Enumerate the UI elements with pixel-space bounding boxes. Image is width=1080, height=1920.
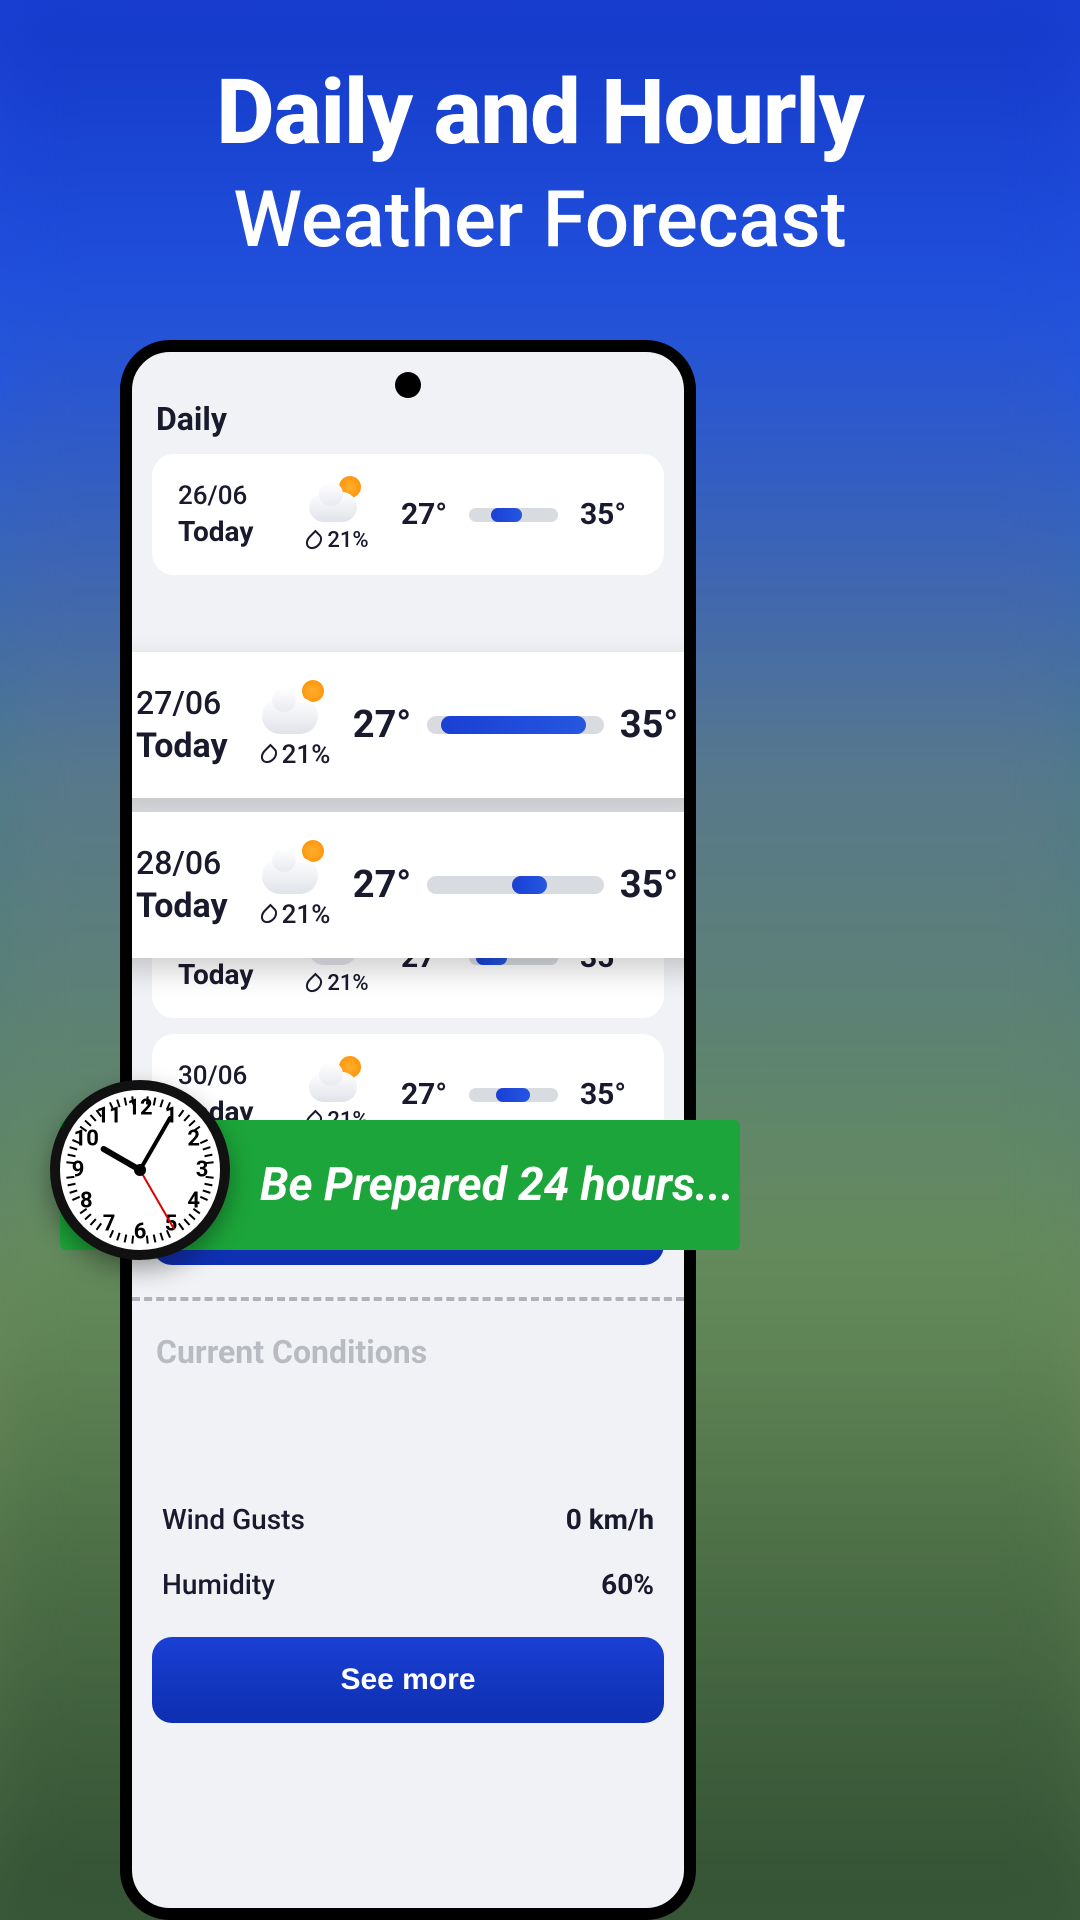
daily-row-expanded[interactable]: 27/06 Today 21% 27° 35° xyxy=(120,652,696,798)
precip-value: 21% xyxy=(327,528,368,553)
condition-label: Humidity xyxy=(162,1568,275,1601)
clock-icon: 123456789101112 xyxy=(50,1080,230,1260)
section-divider xyxy=(132,1297,684,1301)
drop-icon xyxy=(303,972,326,995)
hero-title-2: Weather Forecast xyxy=(0,175,1080,266)
condition-label: Wind Gusts xyxy=(162,1503,305,1536)
temp-high: 35° xyxy=(614,863,684,907)
partly-cloudy-icon xyxy=(262,680,330,734)
precip-value: 21% xyxy=(282,740,331,770)
temp-range-bar xyxy=(469,1088,558,1102)
conditions-title: Current Conditions xyxy=(156,1333,664,1371)
daily-date: 28/06 xyxy=(136,844,251,882)
condition-value: 0 km/h xyxy=(566,1503,654,1536)
partly-cloudy-icon xyxy=(309,476,367,522)
hero-title-1: Daily and Hourly xyxy=(0,60,1080,165)
hero-header: Daily and Hourly Weather Forecast xyxy=(0,0,1080,266)
daily-section-title: Daily xyxy=(156,400,664,438)
daily-day: Today xyxy=(178,958,293,991)
daily-row-expanded[interactable]: 28/06 Today 21% 27° 35° xyxy=(120,812,696,958)
banner-text: Be Prepared 24 hours... xyxy=(260,1158,734,1212)
daily-day: Today xyxy=(178,515,293,548)
drop-icon xyxy=(303,529,326,552)
daily-day: Today xyxy=(136,886,251,926)
temp-high: 35° xyxy=(614,703,684,747)
see-more-button[interactable]: See more xyxy=(152,1637,664,1723)
temp-range-bar xyxy=(469,508,558,522)
drop-icon xyxy=(257,744,280,767)
daily-row[interactable]: 26/06 Today 21% 27° 35° xyxy=(152,454,664,575)
precip-value: 21% xyxy=(327,971,368,996)
temp-high: 35° xyxy=(568,497,638,532)
partly-cloudy-icon xyxy=(309,1056,367,1102)
daily-day: Today xyxy=(136,726,251,766)
daily-date: 27/06 xyxy=(136,684,251,722)
temp-range-bar xyxy=(427,876,604,894)
temp-low: 27° xyxy=(389,1077,459,1112)
partly-cloudy-icon xyxy=(262,840,330,894)
daily-date: 26/06 xyxy=(178,481,293,511)
temp-low: 27° xyxy=(389,497,459,532)
drop-icon xyxy=(257,904,280,927)
precip-value: 21% xyxy=(282,900,331,930)
daily-date: 30/06 xyxy=(178,1061,293,1091)
temp-high: 35° xyxy=(568,1077,638,1112)
phone-camera-icon xyxy=(395,372,421,398)
temp-low: 27° xyxy=(347,863,417,907)
condition-row: Humidity 60% xyxy=(152,1552,664,1617)
temp-low: 27° xyxy=(347,703,417,747)
condition-value: 60% xyxy=(601,1568,654,1601)
condition-row: Wind Gusts 0 km/h xyxy=(152,1487,664,1552)
temp-range-bar xyxy=(427,716,604,734)
